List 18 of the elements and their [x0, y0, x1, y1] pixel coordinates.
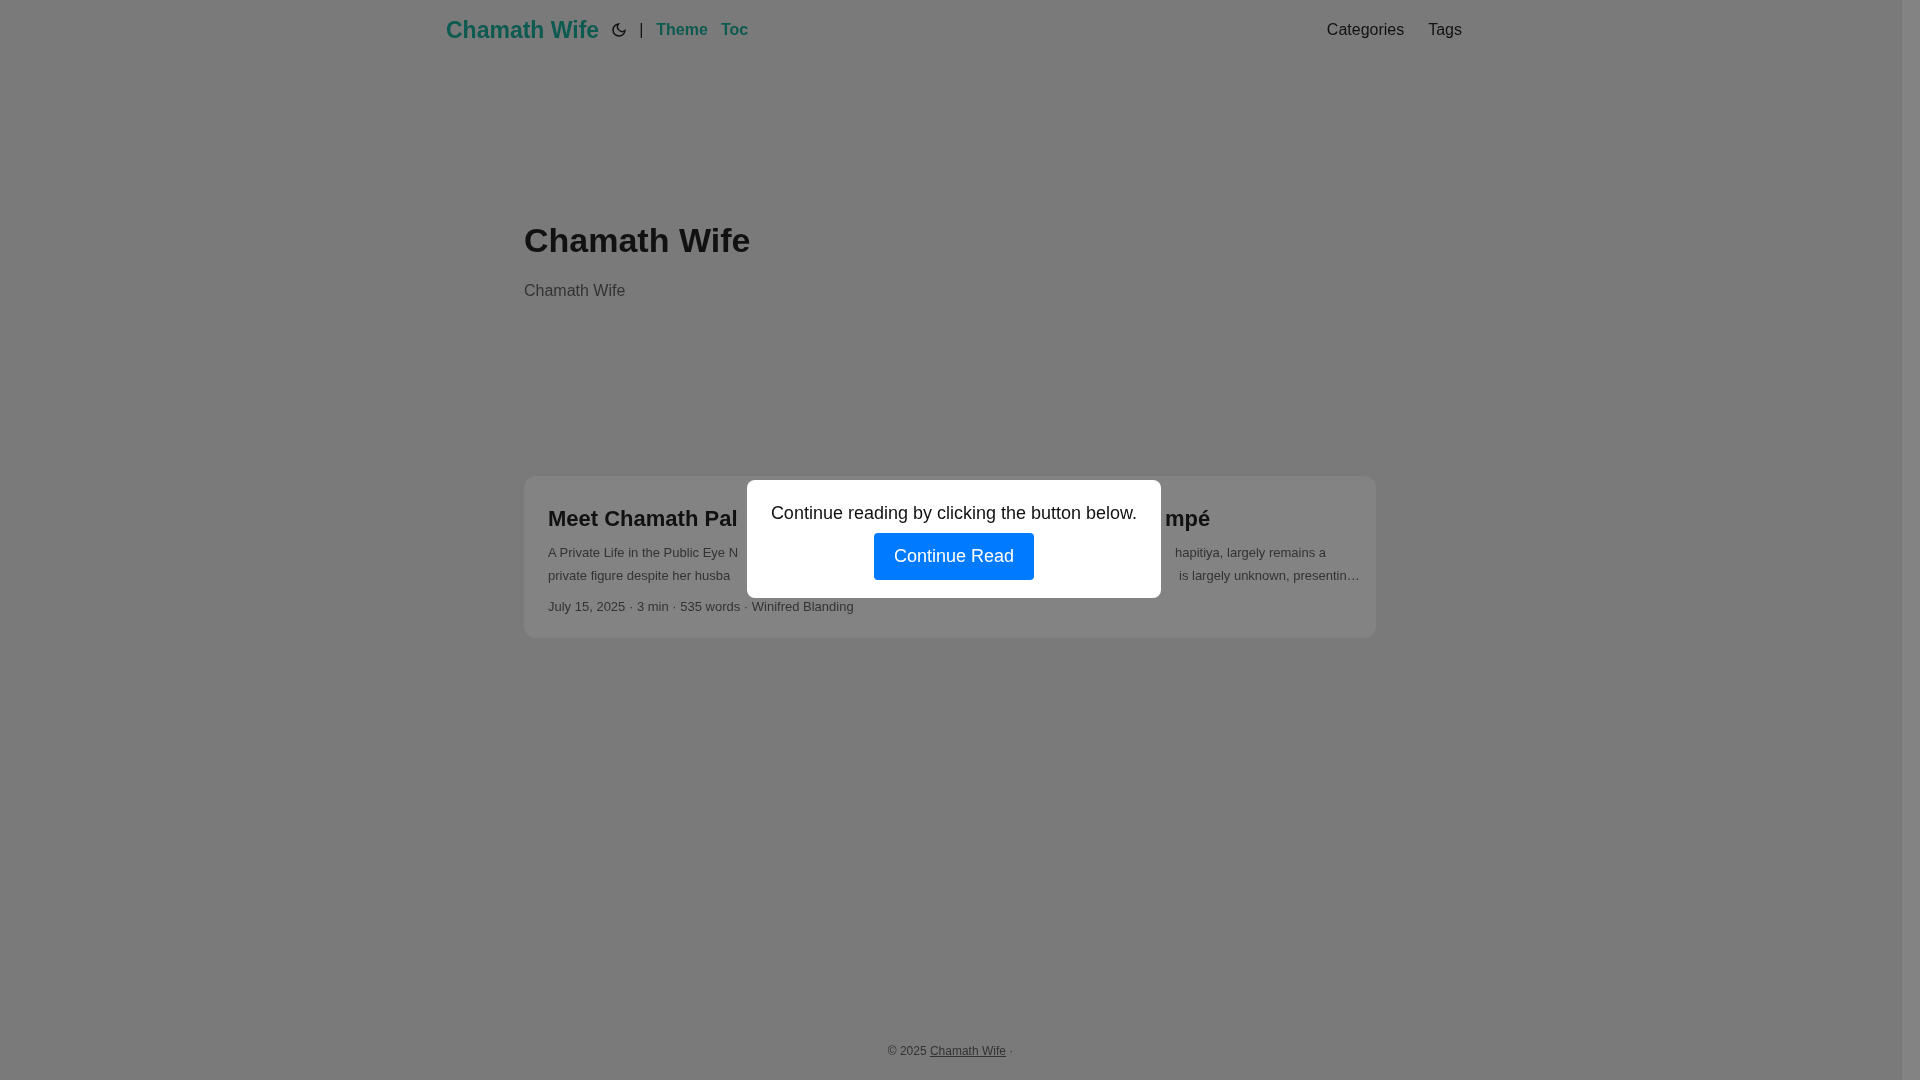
modal-message: Continue reading by clicking the button below. — [770, 501, 1138, 525]
post-summary: hapitiya, largely remains a — [1175, 543, 1327, 562]
continue-button[interactable]: Continue Read — [873, 532, 1035, 580]
post-summary: is largely unknown, presentin… — [1179, 566, 1360, 585]
footer-dot: · — [1009, 1044, 1014, 1058]
page-title: Chamath Wife — [524, 220, 752, 261]
post-summary: A Private Life in the Public Eye N — [548, 543, 739, 562]
moon-icon[interactable] — [611, 22, 628, 38]
page-subtitle: Chamath Wife — [524, 280, 627, 301]
footer-link[interactable]: Chamath Wife — [929, 1044, 1006, 1058]
post-card[interactable] — [524, 475, 1376, 638]
separator: | — [639, 20, 644, 40]
menu-link[interactable]: Categories — [1326, 18, 1405, 42]
post-summary: private figure despite her husba — [548, 566, 731, 585]
post-title[interactable]: mpé — [1165, 501, 1211, 535]
post-meta: July 15, 2025 · 3 min · 535 words · Winifred Blanding — [548, 597, 854, 616]
menu-link[interactable]: Tags — [1428, 18, 1462, 42]
copyright-text: © 2025 — [887, 1044, 927, 1058]
